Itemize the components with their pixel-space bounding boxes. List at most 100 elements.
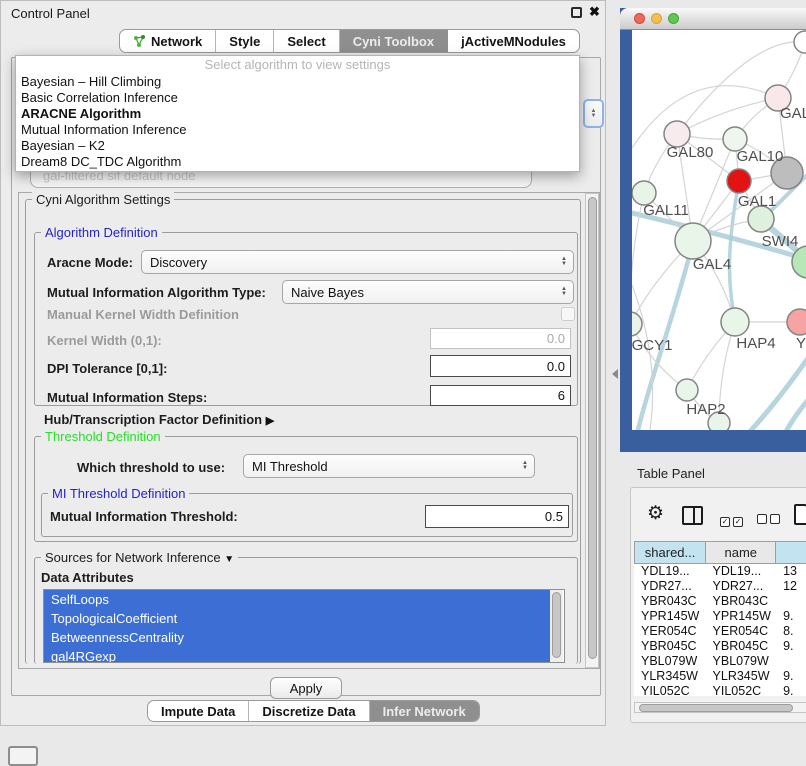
mi-steps-label: Mutual Information Steps: [47, 390, 207, 405]
network-icon [133, 35, 146, 48]
minimize-traffic-light[interactable] [651, 13, 662, 24]
zoom-traffic-light[interactable] [668, 13, 679, 24]
table-row[interactable]: YER054CYER054C8. [634, 624, 806, 639]
tab-infer-network[interactable]: Infer Network [370, 701, 479, 721]
table-scrollbar-thumb[interactable] [639, 704, 793, 712]
mi-type-value: Naive Bayes [291, 285, 364, 300]
inference-algorithm-combo-arrows[interactable]: ▲ ▼ [583, 99, 604, 128]
node-pink-right-label: Y [796, 335, 806, 352]
network-window-titlebar[interactable] [620, 8, 806, 30]
table-row[interactable]: YDR27...YDR27...12 [634, 579, 806, 594]
tab-style[interactable]: Style [216, 30, 274, 52]
table-cell: YBR045C [634, 639, 706, 654]
manual-kernel-checkbox[interactable] [561, 307, 575, 321]
dpi-tolerance-label: DPI Tolerance [0,1]: [47, 361, 167, 376]
mi-type-combo[interactable]: Naive Bayes ▲▼ [282, 280, 574, 304]
unchecked-pair-icon[interactable] [757, 511, 783, 529]
node-hap2-label: HAP2 [686, 401, 725, 418]
columns-icon[interactable] [682, 506, 703, 525]
which-threshold-combo[interactable]: MI Threshold ▲▼ [243, 454, 535, 478]
node-top-partial[interactable] [794, 31, 806, 53]
menu-item-mutual-information-inference[interactable]: Mutual Information Inference [16, 122, 579, 138]
table-cell: YDL19... [634, 564, 706, 579]
mi-threshold-value: 0.5 [545, 509, 563, 524]
node-pink-right[interactable] [787, 309, 806, 335]
algorithm-popup-items: Bayesian – Hill ClimbingBasic Correlatio… [16, 74, 579, 170]
node-hap2[interactable] [676, 379, 698, 401]
table-row[interactable]: YBR045CYBR045C9. [634, 639, 806, 654]
close-traffic-light[interactable] [634, 13, 645, 24]
table-horizontal-scrollbar[interactable] [634, 702, 806, 713]
table-cell: 9. [776, 684, 806, 696]
column-header-partial[interactable] [776, 542, 806, 564]
attributes-list-scrollbar[interactable] [550, 590, 563, 662]
document-icon[interactable] [794, 504, 806, 525]
menu-item-bayesian-k2[interactable]: Bayesian – K2 [16, 138, 579, 154]
sources-title[interactable]: Sources for Network Inference ▼ [41, 550, 238, 565]
node-gal11-label: GAL11 [643, 202, 689, 219]
attributes-scrollbar-thumb[interactable] [552, 592, 561, 658]
network-edge-highlighted[interactable] [772, 400, 806, 430]
settings-scrollpane: Cyni Algorithm Settings Algorithm Defini… [18, 192, 600, 669]
attribute-item-topologicalcoefficient[interactable]: TopologicalCoefficient [44, 609, 557, 628]
network-edge[interactable] [677, 98, 778, 134]
tab-discretize-data[interactable]: Discretize Data [249, 701, 369, 721]
kernel-width-label: Kernel Width (0,1): [47, 333, 162, 348]
table-row[interactable]: YDL19...YDL19...13 [634, 564, 806, 579]
table-row[interactable]: YBL079WYBL079W [634, 654, 806, 669]
table-cell: YLR345W [634, 669, 706, 684]
menu-item-aracne-algorithm[interactable]: ARACNE Algorithm [16, 106, 579, 122]
tab-select[interactable]: Select [274, 30, 339, 52]
attribute-item-selfloops[interactable]: SelfLoops [44, 590, 557, 609]
apply-button[interactable]: Apply [270, 677, 342, 699]
node-gal1[interactable] [727, 169, 751, 193]
mi-steps-input[interactable]: 6 [430, 385, 571, 406]
menu-item-basic-correlation-inference[interactable]: Basic Correlation Inference [16, 90, 579, 106]
table-row[interactable]: YBR043CYBR043C [634, 594, 806, 609]
gear-icon[interactable]: ⚙ [647, 504, 664, 523]
hub-definition-disclosure[interactable]: Hub/Transcription Factor Definition ▶ [44, 412, 274, 427]
dpi-tolerance-value: 0.0 [547, 359, 565, 374]
settings-vertical-scrollbar[interactable] [585, 193, 599, 668]
close-icon[interactable]: ✖ [589, 4, 600, 20]
minimized-panel-icon[interactable] [8, 746, 38, 766]
menu-item-dream8-dc-tdc-algorithm[interactable]: Dream8 DC_TDC Algorithm [16, 154, 579, 170]
disclosure-down-icon: ▼ [224, 554, 234, 565]
data-attributes-list[interactable]: SelfLoopsTopologicalCoefficientBetweenne… [43, 589, 565, 663]
table-row[interactable]: YLR345WYLR345W9. [634, 669, 806, 684]
attribute-item-betweennesscentrality[interactable]: BetweennessCentrality [44, 628, 557, 647]
settings-scrollbar-thumb[interactable] [588, 197, 597, 659]
float-window-icon[interactable] [571, 7, 582, 18]
table-cell: YDR27... [634, 579, 706, 594]
aracne-mode-label: Aracne Mode: [47, 255, 133, 270]
table-row[interactable]: YPR145WYPR145W9. [634, 609, 806, 624]
aracne-mode-combo[interactable]: Discovery ▲▼ [141, 250, 574, 274]
checked-pair-icon[interactable]: ✓✓ [720, 511, 746, 529]
node-hap4-label: HAP4 [736, 335, 775, 352]
node-hap4[interactable] [721, 308, 749, 336]
tab-impute-data[interactable]: Impute Data [148, 701, 249, 721]
tab-jactivemnodules[interactable]: jActiveMNodules [448, 30, 579, 52]
table-rows: YDL19...YDL19...13YDR27...YDR27...12YBR0… [634, 564, 806, 696]
hub-definition-label: Hub/Transcription Factor Definition [44, 412, 262, 427]
node-gal-partial-label: GAL [780, 105, 806, 122]
node-gcy1[interactable] [632, 312, 642, 336]
mi-threshold-label: Mutual Information Threshold: [50, 509, 238, 524]
network-canvas[interactable]: GALGAL80GAL10GAL1GAL11SWI4GAL4GCY1HAP4YH… [632, 30, 806, 430]
node-gal1-label: GAL1 [738, 193, 776, 210]
table-cell [776, 654, 806, 669]
attribute-item-gal4rgexp[interactable]: gal4RGexp [44, 647, 557, 663]
menu-item-bayesian-hill-climbing[interactable]: Bayesian – Hill Climbing [16, 74, 579, 90]
table-row[interactable]: YIL052CYIL052C9. [634, 684, 806, 696]
mi-threshold-input[interactable]: 0.5 [425, 505, 569, 528]
dpi-tolerance-input[interactable]: 0.0 [430, 355, 571, 377]
network-graph[interactable]: GALGAL80GAL10GAL1GAL11SWI4GAL4GCY1HAP4YH… [632, 30, 806, 430]
node-gal4[interactable] [675, 223, 711, 259]
tab-network[interactable]: Network [120, 30, 216, 52]
column-header-name[interactable]: name [706, 542, 776, 564]
combo-arrows-icon: ▲▼ [555, 281, 573, 303]
tab-cyni-toolbox[interactable]: Cyni Toolbox [340, 30, 448, 52]
column-header-shared[interactable]: shared... [635, 542, 706, 564]
kernel-width-input[interactable]: 0.0 [430, 328, 571, 349]
node-swi4-label: SWI4 [762, 233, 799, 250]
